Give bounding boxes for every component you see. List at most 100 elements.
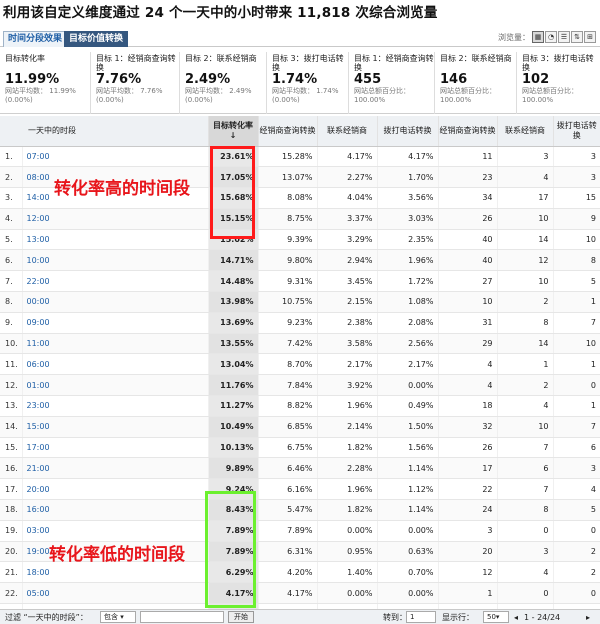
hour-link[interactable]: 03:00	[21, 520, 208, 542]
scorecard-sub: 网站总额百分比：	[440, 87, 516, 96]
hour-link[interactable]: 05:00	[21, 582, 208, 605]
scorecard-label: 目标 3：拨打电话转换	[522, 54, 594, 72]
g2-count: 7	[496, 478, 553, 501]
header-g1-rate[interactable]: 经销商查询转换	[257, 116, 317, 147]
header-goal-rate[interactable]: 目标转化率 ↓	[207, 116, 258, 147]
hour-link[interactable]: 15:00	[21, 416, 208, 438]
filter-mode-value: 包含	[104, 613, 118, 621]
table-row: 21. 18:00 6.29% 4.20% 1.40% 0.70% 12 4 2	[0, 561, 600, 584]
g2-rate: 1.96%	[316, 478, 377, 501]
g3-count: 1	[552, 291, 600, 313]
tab-time-segment[interactable]: 时间分段效果	[3, 31, 68, 47]
hour-link[interactable]: 18:00	[21, 561, 208, 584]
g3-rate: 0.70%	[376, 561, 438, 584]
g3-rate: 1.08%	[376, 291, 438, 313]
scorecard-sub2: (0.00%)	[272, 96, 300, 104]
filter-mode-select[interactable]: 包含 ▾	[100, 611, 136, 623]
hour-link[interactable]: 23:00	[21, 395, 208, 417]
g2-rate: 0.00%	[316, 582, 377, 605]
hour-link[interactable]: 16:00	[21, 499, 208, 521]
g3-rate: 1.56%	[376, 437, 438, 459]
g1-rate: 6.46%	[257, 457, 317, 480]
g3-rate: 0.63%	[376, 541, 438, 563]
compare-icon[interactable]: ⇅	[571, 31, 583, 43]
hour-link[interactable]: 20:00	[21, 478, 208, 501]
goal-rate: 13.04%	[207, 353, 258, 376]
row-index: 15.	[0, 437, 22, 459]
hour-link[interactable]: 09:00	[21, 312, 208, 334]
scorecard-item: 目标 2：联系经销商 146 网站总额百分比： 100.00%	[434, 52, 516, 114]
next-page-icon[interactable]: ▸	[586, 611, 590, 624]
header-hour[interactable]: 一天中的时段	[22, 116, 208, 147]
row-index: 11.	[0, 353, 22, 376]
hour-link[interactable]: 12:00	[21, 208, 208, 230]
g2-rate: 1.82%	[316, 437, 377, 459]
hour-link[interactable]: 22:00	[21, 270, 208, 293]
hour-link[interactable]: 11:00	[21, 333, 208, 355]
hour-link[interactable]: 21:00	[21, 457, 208, 480]
scorecard-sub: 网站平均数： 7.76%	[96, 87, 179, 96]
header-g3-count[interactable]: 拨打电话转换	[552, 116, 600, 147]
g3-rate: 1.14%	[376, 499, 438, 521]
tab-goal-value[interactable]: 目标价值转换	[64, 31, 129, 47]
scorecard-sub-value: 7.76%	[140, 87, 163, 95]
table-icon[interactable]: ▦	[532, 31, 544, 43]
bar-icon[interactable]: ☰	[558, 31, 570, 43]
hour-link[interactable]: 17:00	[21, 437, 208, 459]
view-switcher: ▦ ◔ ☰ ⇅ ⊞	[532, 31, 596, 43]
g1-rate: 6.75%	[257, 437, 317, 459]
hour-link[interactable]: 13:00	[21, 229, 208, 251]
g1-count: 22	[437, 478, 497, 501]
hour-link[interactable]: 01:00	[21, 374, 208, 397]
g1-rate: 9.23%	[257, 312, 317, 334]
rows-select[interactable]: 50▾	[483, 611, 509, 623]
scorecard-sub-label: 网站平均数：	[5, 87, 47, 95]
g1-count: 32	[437, 416, 497, 438]
filter-label: 过滤 “一天中的时段”：	[5, 613, 88, 622]
g1-count: 10	[437, 291, 497, 313]
pivot-icon[interactable]: ⊞	[584, 31, 596, 43]
g3-count: 0	[552, 520, 600, 542]
g2-rate: 3.29%	[316, 229, 377, 251]
scorecard-item: 目标 3：拨打电话转换 102 网站总额百分比： 100.00%	[516, 52, 600, 114]
scorecard-value: 7.76%	[96, 72, 142, 87]
goal-rate: 7.89%	[207, 541, 258, 563]
filter-input[interactable]	[140, 611, 224, 623]
g2-rate: 2.28%	[316, 457, 377, 480]
hour-link[interactable]: 10:00	[21, 249, 208, 272]
row-index: 4.	[0, 208, 22, 230]
header-g2-rate[interactable]: 联系经销商	[316, 116, 377, 147]
scorecard-value: 11.99%	[5, 72, 60, 87]
scorecard-item: 目标 1：经销商查询转换 455 网站总额百分比： 100.00%	[348, 52, 434, 114]
g2-count: 17	[496, 187, 553, 209]
g2-rate: 3.45%	[316, 270, 377, 293]
goto-input[interactable]: 1	[406, 611, 436, 623]
row-index: 17.	[0, 478, 22, 501]
g1-rate: 8.08%	[257, 187, 317, 209]
header-g3-rate[interactable]: 拨打电话转换	[376, 116, 438, 147]
g3-count: 3	[552, 457, 600, 480]
goal-rate: 9.24%	[207, 478, 258, 501]
g3-count: 2	[552, 561, 600, 584]
scorecard-item: 目标转化率 11.99% 网站平均数： 11.99% (0.00%)	[0, 52, 90, 114]
g3-rate: 4.17%	[376, 146, 438, 168]
table-row: 5. 13:00 15.02% 9.39% 3.29% 2.35% 40 14 10	[0, 229, 600, 251]
header-g2-count[interactable]: 联系经销商	[496, 116, 553, 147]
g1-count: 4	[437, 374, 497, 397]
row-index: 18.	[0, 499, 22, 521]
hour-link[interactable]: 00:00	[21, 291, 208, 313]
prev-page-icon[interactable]: ◂	[514, 611, 518, 624]
g1-rate: 8.82%	[257, 395, 317, 417]
hour-link[interactable]: 07:00	[21, 146, 208, 168]
filter-go-button[interactable]: 开始	[228, 611, 254, 623]
g3-count: 0	[552, 582, 600, 605]
header-g1-count[interactable]: 经销商查询转换	[437, 116, 497, 147]
goal-rate: 14.71%	[207, 249, 258, 272]
chevron-down-icon: ▾	[495, 613, 500, 621]
pie-icon[interactable]: ◔	[545, 31, 557, 43]
chevron-down-icon: ▾	[120, 613, 124, 621]
g1-count: 4	[437, 353, 497, 376]
row-index: 3.	[0, 187, 22, 209]
g2-rate: 2.15%	[316, 291, 377, 313]
hour-link[interactable]: 06:00	[21, 353, 208, 376]
